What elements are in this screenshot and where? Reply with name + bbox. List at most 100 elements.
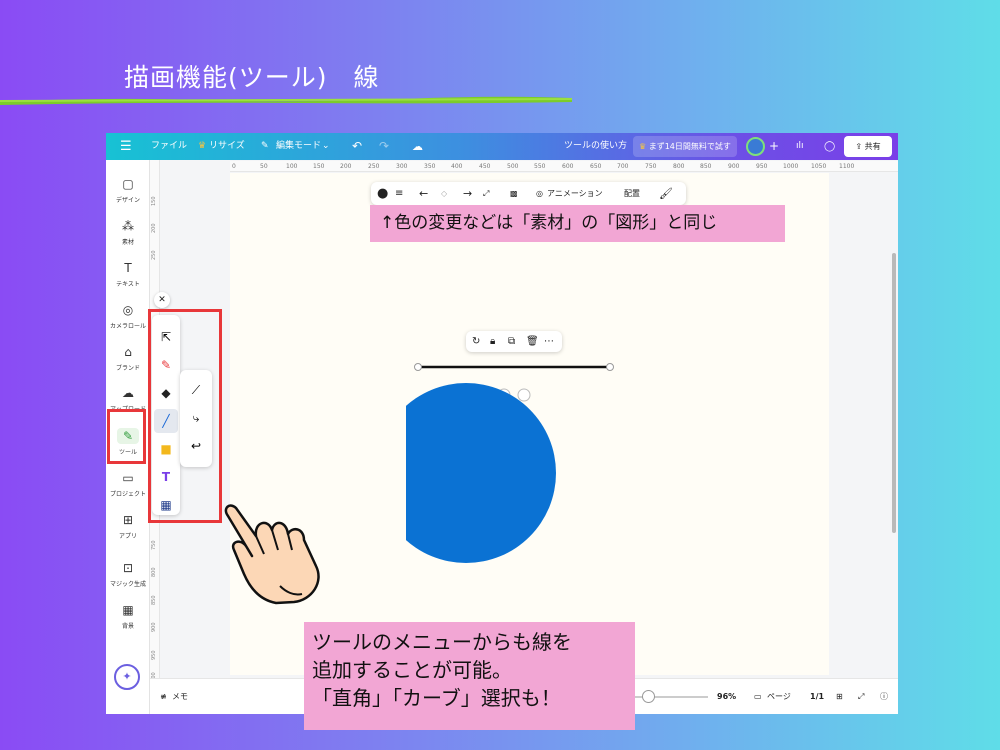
ruler-tick: 900 bbox=[728, 163, 740, 170]
chevron-down-icon[interactable]: ⌄ bbox=[322, 133, 330, 160]
line-weight-icon[interactable]: ≡ bbox=[395, 182, 403, 205]
line-color-icon[interactable]: ● bbox=[377, 182, 388, 205]
ruler-tick: 1050 bbox=[811, 163, 827, 170]
slide-title: 描画機能(ツール) 線 bbox=[124, 63, 380, 92]
ruler-tick: 200 bbox=[340, 163, 352, 170]
more-icon[interactable]: ⋯ bbox=[544, 331, 554, 352]
line-handle-end[interactable] bbox=[606, 363, 614, 371]
memo-icon[interactable]: ≢ bbox=[160, 679, 167, 714]
close-icon[interactable]: ✕ bbox=[154, 292, 170, 308]
sidebar-item-elements[interactable]: ⁂ 素材 bbox=[106, 218, 150, 246]
undo-icon[interactable]: ↶ bbox=[352, 133, 362, 160]
sidebar-item-projects[interactable]: ▭ プロジェクト bbox=[106, 470, 150, 498]
crown-icon: ♛ bbox=[639, 142, 649, 151]
arrow-left-icon[interactable]: ← bbox=[419, 182, 428, 205]
ruler-tick: 400 bbox=[451, 163, 463, 170]
duplicate-icon[interactable]: ⧉ bbox=[508, 331, 515, 352]
lock-icon[interactable]: 🔒︎ bbox=[490, 331, 495, 352]
pages-icon[interactable]: ▭ bbox=[754, 679, 762, 714]
add-icon[interactable]: + bbox=[769, 133, 779, 160]
sidebar-item-label: アプリ bbox=[118, 533, 137, 540]
ruler-tick: 450 bbox=[479, 163, 491, 170]
zoom-slider-handle[interactable] bbox=[642, 690, 655, 703]
line-handle-start[interactable] bbox=[414, 363, 422, 371]
ruler-tick: 700 bbox=[617, 163, 629, 170]
ruler-tick: 900 bbox=[151, 622, 157, 632]
transparency-icon[interactable]: ▩ bbox=[510, 182, 518, 205]
sidebar-item-text[interactable]: T テキスト bbox=[106, 260, 150, 288]
sidebar-item-label: マジック生成 bbox=[109, 581, 146, 588]
ruler-tick: 750 bbox=[645, 163, 657, 170]
note-line: 追加することが可能。 bbox=[312, 658, 512, 682]
ruler-tick: 0 bbox=[232, 163, 236, 170]
ruler-tick: 350 bbox=[424, 163, 436, 170]
vertical-scrollbar[interactable] bbox=[892, 253, 896, 533]
sidebar-item-camera[interactable]: ◎ カメラロール bbox=[106, 302, 150, 330]
line-type-icon[interactable]: ⤢ bbox=[483, 182, 489, 205]
circle-shape[interactable] bbox=[406, 383, 556, 563]
sidebar-item-apps[interactable]: ⊞ アプリ bbox=[106, 512, 150, 540]
pages-button[interactable]: ページ bbox=[767, 679, 791, 714]
resize-button[interactable]: リサイズ bbox=[209, 133, 245, 160]
elements-icon: ⁂ bbox=[122, 219, 134, 233]
trash-icon[interactable]: 🗑︎ bbox=[526, 331, 539, 352]
help-icon[interactable]: ⓘ bbox=[880, 679, 888, 714]
highlight-tools-flyout bbox=[148, 309, 222, 523]
ruler-tick: 50 bbox=[260, 163, 268, 170]
cloud-sync-icon[interactable]: ☁ bbox=[412, 133, 423, 160]
crown-icon: ♛ bbox=[198, 141, 207, 151]
position-button[interactable]: 配置 bbox=[624, 182, 640, 205]
sidebar-item-brand[interactable]: ⌂ ブランド bbox=[106, 344, 150, 372]
note-color-change: ↑色の変更などは「素材」の「図形」と同じ bbox=[370, 205, 785, 242]
ruler-tick: 600 bbox=[562, 163, 574, 170]
animation-icon: ◎ bbox=[536, 189, 543, 198]
howto-link[interactable]: ツールの使い方 bbox=[564, 133, 627, 160]
ruler-tick: 500 bbox=[507, 163, 519, 170]
fullscreen-icon[interactable]: ⤢ bbox=[858, 679, 864, 714]
sidebar-item-magic-media[interactable]: ⊡ マジック生成 bbox=[106, 560, 150, 588]
rotate-icon[interactable]: ↻ bbox=[472, 331, 480, 352]
horizontal-ruler: 0 50 100 150 200 250 300 350 400 450 500… bbox=[230, 161, 898, 172]
move-handle-icon[interactable] bbox=[517, 388, 531, 402]
insights-icon[interactable]: ılı bbox=[796, 133, 804, 160]
ruler-tick: 200 bbox=[151, 223, 157, 233]
memo-button[interactable]: メモ bbox=[172, 679, 188, 714]
grid-view-icon[interactable]: ⊞ bbox=[836, 679, 843, 714]
comment-icon[interactable]: ◯ bbox=[824, 133, 835, 160]
page-count: 1/1 bbox=[810, 692, 825, 701]
trial-label: まず14日間無料で試す bbox=[648, 142, 731, 151]
share-icon: ⇪ bbox=[855, 142, 865, 151]
brand-icon: ⌂ bbox=[124, 345, 132, 359]
edit-mode-dropdown[interactable]: 編集モード bbox=[276, 133, 321, 160]
avatar[interactable] bbox=[746, 137, 765, 156]
animation-button[interactable]: アニメーション bbox=[547, 182, 603, 205]
trial-button[interactable]: ♛ まず14日間無料で試す bbox=[633, 136, 737, 157]
sidebar-item-label: プロジェクト bbox=[109, 491, 146, 498]
title-underline-brush bbox=[0, 96, 572, 105]
ruler-tick: 100 bbox=[286, 163, 298, 170]
sidebar-item-design[interactable]: ▢ デザイン bbox=[106, 176, 150, 204]
redo-icon[interactable]: ↷ bbox=[379, 133, 389, 160]
ruler-tick: 950 bbox=[151, 650, 157, 660]
element-toolbar: ↻ 🔒︎ ⧉ 🗑︎ ⋯ bbox=[466, 331, 562, 352]
sidebar-item-background[interactable]: ▦ 背景 bbox=[106, 602, 150, 630]
highlight-tools-sidebar bbox=[107, 409, 146, 464]
line-style-icon[interactable]: ◇ bbox=[441, 182, 447, 205]
hamburger-icon[interactable]: ☰ bbox=[120, 133, 132, 160]
file-menu[interactable]: ファイル bbox=[151, 133, 187, 160]
folder-icon: ▭ bbox=[122, 471, 134, 485]
line-context-toolbar: ● ≡ ← ◇ → ⤢ ▩ ◎ アニメーション 配置 🖌 bbox=[371, 182, 686, 205]
magic-media-icon: ⊡ bbox=[122, 561, 134, 575]
magic-assistant-button[interactable]: ✦ bbox=[114, 664, 140, 690]
note-line: ツールのメニューからも線を bbox=[312, 630, 572, 654]
sidebar-item-label: ブランド bbox=[115, 365, 140, 372]
share-button[interactable]: ⇪ 共有 bbox=[844, 136, 892, 157]
upload-icon: ☁ bbox=[122, 386, 134, 400]
paint-format-icon[interactable]: 🖌 bbox=[659, 182, 673, 205]
design-icon: ▢ bbox=[122, 177, 134, 191]
arrow-right-icon[interactable]: → bbox=[463, 182, 472, 205]
sidebar-item-label: デザイン bbox=[115, 197, 140, 204]
zoom-level[interactable]: 96% bbox=[717, 679, 736, 714]
share-label: 共有 bbox=[864, 142, 881, 151]
ruler-tick: 1000 bbox=[783, 163, 799, 170]
